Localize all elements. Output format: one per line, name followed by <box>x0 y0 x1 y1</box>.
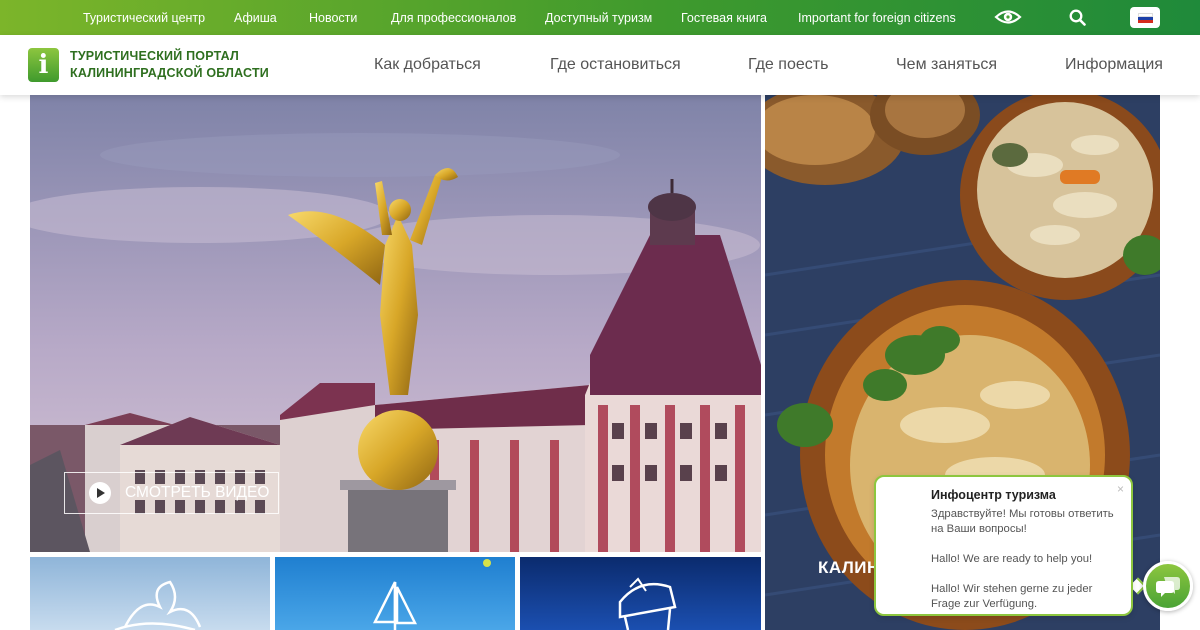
logo-info-icon[interactable]: i <box>28 48 59 82</box>
watch-video-label: СМОТРЕТЬ ВИДЕО <box>125 484 270 501</box>
piano-icon <box>618 577 677 630</box>
watch-video-button[interactable]: СМОТРЕТЬ ВИДЕО <box>64 472 279 514</box>
logo-line-2: КАЛИНИНГРАДСКОЙ ОБЛАСТИ <box>70 66 269 80</box>
sailboat-icon <box>372 559 491 630</box>
chat-message-de: Hallo! Wir stehen gerne zu jeder Frage z… <box>931 583 1093 610</box>
site-header: i ТУРИСТИЧЕСКИЙ ПОРТАЛ КАЛИНИНГРАДСКОЙ О… <box>0 35 1200 95</box>
topbar-link-afisha[interactable]: Афиша <box>234 11 277 25</box>
nav-how-to-get[interactable]: Как добраться <box>374 56 481 74</box>
play-icon <box>89 482 111 504</box>
chat-message-ru: Здравствуйте! Мы готовы ответить на Ваши… <box>931 508 1114 535</box>
chat-close-icon[interactable]: × <box>1117 482 1124 496</box>
wave-icon <box>114 580 202 630</box>
nav-what-to-do[interactable]: Чем заняться <box>896 56 997 74</box>
topbar-link-guestbook[interactable]: Гостевая книга <box>681 11 767 25</box>
chat-title: Инфоцентр туризма <box>931 488 1056 502</box>
logo-line-1: ТУРИСТИЧЕСКИЙ ПОРТАЛ <box>70 49 239 63</box>
topbar-link-foreign-citizens[interactable]: Important for foreign citizens <box>798 11 956 25</box>
chat-bubble-icon <box>1156 577 1180 597</box>
topbar-link-professionals[interactable]: Для профессионалов <box>391 11 516 25</box>
chat-popup[interactable]: × Инфоцентр туризма Здравствуйте! Мы гот… <box>874 475 1133 616</box>
tile-sea[interactable] <box>30 557 270 630</box>
topbar-link-accessible-tourism[interactable]: Доступный туризм <box>545 11 652 25</box>
nav-where-to-stay[interactable]: Где остановиться <box>550 56 681 74</box>
nav-information[interactable]: Информация <box>1065 56 1163 74</box>
flag-ru-icon[interactable] <box>1130 7 1160 28</box>
search-icon[interactable] <box>1069 9 1086 31</box>
chat-message-en: Hallo! We are ready to help you! <box>931 553 1093 565</box>
chat-open-button[interactable] <box>1143 561 1193 611</box>
topbar-link-tourist-center[interactable]: Туристический центр <box>83 11 205 25</box>
logo-text[interactable]: ТУРИСТИЧЕСКИЙ ПОРТАЛ КАЛИНИНГРАДСКОЙ ОБЛ… <box>70 48 269 82</box>
top-bar: Туристический центр Афиша Новости Для пр… <box>0 0 1200 35</box>
food-banner-label: КАЛИН <box>818 558 880 577</box>
topbar-link-news[interactable]: Новости <box>309 11 357 25</box>
hero-video-banner[interactable]: СМОТРЕТЬ ВИДЕО <box>30 95 761 552</box>
eye-icon[interactable] <box>994 7 1022 32</box>
nav-where-to-eat[interactable]: Где поесть <box>748 56 828 74</box>
tile-sailing[interactable] <box>275 557 515 630</box>
tile-music[interactable] <box>520 557 761 630</box>
